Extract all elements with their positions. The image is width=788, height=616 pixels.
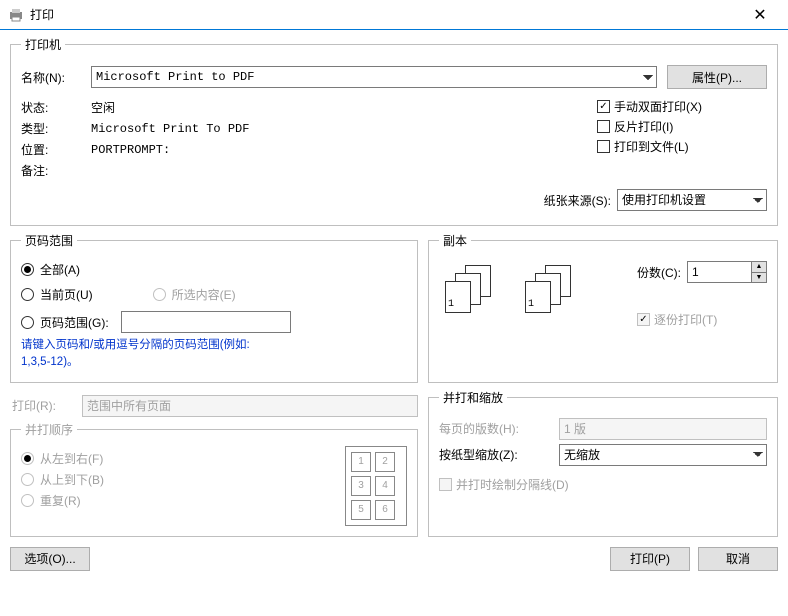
mirror-checkbox[interactable]: 反片打印(I) <box>597 118 767 135</box>
collate-checkbox: 逐份打印(T) <box>637 311 767 328</box>
where-label: 位置: <box>21 141 91 158</box>
perpage-label: 每页的版数(H): <box>439 420 559 437</box>
cancel-button[interactable]: 取消 <box>698 547 778 571</box>
order-tb-radio: 从上到下(B) <box>21 471 345 488</box>
status-label: 状态: <box>21 99 91 116</box>
properties-button[interactable]: 属性(P)... <box>667 65 767 89</box>
range-pages-radio[interactable]: 页码范围(G): <box>21 311 407 333</box>
source-label: 纸张来源(S): <box>544 192 611 209</box>
range-hint: 请键入页码和/或用逗号分隔的页码范围(例如: 1,3,5-12)。 <box>21 337 407 372</box>
paper-source-select[interactable]: 使用打印机设置 <box>617 189 767 211</box>
titlebar: 打印 ✕ <box>0 0 788 30</box>
order-repeat-radio: 重复(R) <box>21 492 345 509</box>
scale-select[interactable]: 无缩放 <box>559 444 767 466</box>
spin-up-icon[interactable]: ▲ <box>752 262 766 273</box>
page-range-group: 页码范围 全部(A) 当前页(U) 所选内容(E) 页码范围(G): 请键入页码… <box>10 232 418 383</box>
range-pages-input[interactable] <box>121 311 291 333</box>
copies-spinner[interactable]: 1 ▲▼ <box>687 261 767 283</box>
printwhat-label: 打印(R): <box>12 397 82 414</box>
divider-checkbox: 并打时绘制分隔线(D) <box>439 476 767 493</box>
order-group: 并打顺序 从左到右(F) 从上到下(B) 重复(R) 123456 <box>10 421 418 537</box>
range-legend: 页码范围 <box>21 232 77 249</box>
close-button[interactable]: ✕ <box>740 5 780 25</box>
order-lr-radio: 从左到右(F) <box>21 450 345 467</box>
scale-label: 按纸型缩放(Z): <box>439 446 559 463</box>
range-current-radio[interactable]: 当前页(U) <box>21 286 93 303</box>
window-title: 打印 <box>30 6 740 23</box>
zoom-group: 并打和缩放 每页的版数(H): 1 版 按纸型缩放(Z): 无缩放 并打时绘制分… <box>428 389 778 537</box>
print-button[interactable]: 打印(P) <box>610 547 690 571</box>
duplex-checkbox[interactable]: 手动双面打印(X) <box>597 98 767 115</box>
printer-legend: 打印机 <box>21 36 65 53</box>
printwhat-select: 范围中所有页面 <box>82 395 418 417</box>
zoom-legend: 并打和缩放 <box>439 389 507 406</box>
order-preview-icon: 123456 <box>345 446 407 526</box>
type-value: Microsoft Print To PDF <box>91 122 249 136</box>
printer-group: 打印机 名称(N): Microsoft Print to PDF 属性(P).… <box>10 36 778 226</box>
name-label: 名称(N): <box>21 69 91 86</box>
comment-label: 备注: <box>21 162 91 179</box>
status-value: 空闲 <box>91 99 115 116</box>
order-legend: 并打顺序 <box>21 421 77 438</box>
copies-label: 份数(C): <box>637 264 681 281</box>
options-button[interactable]: 选项(O)... <box>10 547 90 571</box>
tofile-checkbox[interactable]: 打印到文件(L) <box>597 138 767 155</box>
copies-group: 副本 3 2 1 3 2 1 份数(C): <box>428 232 778 383</box>
range-selection-radio: 所选内容(E) <box>153 286 236 303</box>
spin-down-icon[interactable]: ▼ <box>752 273 766 283</box>
where-value: PORTPROMPT: <box>91 143 170 157</box>
printer-name-select[interactable]: Microsoft Print to PDF <box>91 66 657 88</box>
printer-icon <box>8 7 24 23</box>
type-label: 类型: <box>21 120 91 137</box>
perpage-select: 1 版 <box>559 418 767 440</box>
collate-preview: 3 2 1 3 2 1 <box>445 265 575 315</box>
range-all-radio[interactable]: 全部(A) <box>21 261 407 278</box>
copies-legend: 副本 <box>439 232 471 249</box>
